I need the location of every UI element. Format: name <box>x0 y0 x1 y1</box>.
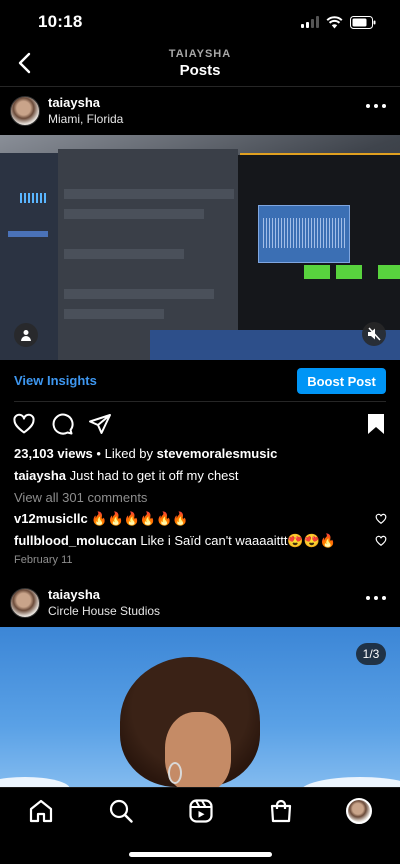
carousel-counter: 1/3 <box>356 643 386 665</box>
home-icon <box>29 799 53 823</box>
user-tag-icon <box>21 330 31 341</box>
caption-text: Just had to get it off my chest <box>69 468 239 483</box>
nav-search[interactable] <box>108 798 134 824</box>
more-horizontal-icon <box>366 104 370 108</box>
like-button[interactable] <box>12 412 36 436</box>
comment-icon <box>52 413 74 435</box>
insights-divider <box>14 401 386 402</box>
comment-like-heart-icon[interactable] <box>375 513 387 525</box>
tag-button[interactable] <box>14 323 38 347</box>
post-actions <box>0 410 400 438</box>
view-insights-link[interactable]: View Insights <box>14 373 97 388</box>
caption-username[interactable]: taiaysha <box>14 468 66 483</box>
post-username[interactable]: taiaysha <box>48 95 100 110</box>
comment-item: fullblood_moluccan Like i Saïd can't waa… <box>14 533 374 549</box>
status-bar: 10:18 <box>0 0 400 44</box>
more-options-button[interactable] <box>366 592 386 604</box>
header-username: TAIAYSHA <box>168 48 232 60</box>
avatar[interactable] <box>10 588 40 618</box>
liked-by-prefix: Liked by <box>104 446 154 461</box>
save-button[interactable] <box>364 412 388 436</box>
status-icons <box>301 14 376 30</box>
post-image-carousel[interactable] <box>0 627 400 792</box>
post-date: February 11 <box>14 554 73 566</box>
nav-profile-avatar[interactable] <box>346 798 372 824</box>
view-all-comments-link[interactable]: View all 301 comments <box>14 490 147 505</box>
comment-item: v12musicllc 🔥🔥🔥🔥🔥🔥 <box>14 511 374 527</box>
send-icon <box>89 414 111 434</box>
views-and-likes: 23,103 views • Liked by stevemoralesmusi… <box>14 446 278 461</box>
post-video[interactable] <box>0 135 400 360</box>
liked-by-user[interactable]: stevemoralesmusic <box>157 446 278 461</box>
bookmark-icon <box>368 414 384 434</box>
cellular-signal-icon <box>301 16 319 28</box>
comment-like-heart-icon[interactable] <box>375 535 387 547</box>
header-divider <box>0 86 400 87</box>
search-icon <box>109 799 133 823</box>
more-options-button[interactable] <box>366 100 386 112</box>
battery-icon <box>350 15 376 29</box>
page-title: Posts <box>179 62 221 79</box>
shop-bag-icon <box>270 799 292 823</box>
post-caption: taiaysha Just had to get it off my chest <box>14 468 239 483</box>
wifi-icon <box>326 15 343 28</box>
comment-username[interactable]: fullblood_moluccan <box>14 533 137 548</box>
home-indicator <box>129 852 272 857</box>
comment-username[interactable]: v12musicllc <box>14 511 88 526</box>
heart-icon <box>13 413 35 434</box>
insights-row: View Insights Boost Post <box>0 363 400 401</box>
nav-shop[interactable] <box>268 798 294 824</box>
mute-button[interactable] <box>362 322 386 346</box>
boost-post-button[interactable]: Boost Post <box>297 368 386 394</box>
nav-home[interactable] <box>28 798 54 824</box>
post-header: taiaysha Miami, Florida <box>0 88 400 140</box>
more-horizontal-icon <box>366 596 370 600</box>
view-count[interactable]: 23,103 views <box>14 446 93 461</box>
page-header: TAIAYSHA Posts <box>0 40 400 86</box>
post-location[interactable]: Circle House Studios <box>48 604 160 618</box>
post-header: taiaysha Circle House Studios <box>0 580 400 632</box>
avatar[interactable] <box>10 96 40 126</box>
muted-speaker-icon <box>368 327 381 341</box>
reels-icon <box>189 799 213 823</box>
comment-button[interactable] <box>50 412 74 436</box>
status-time: 10:18 <box>38 12 83 31</box>
comment-text: 🔥🔥🔥🔥🔥🔥 <box>91 511 189 526</box>
share-button[interactable] <box>88 412 112 436</box>
nav-reels[interactable] <box>188 798 214 824</box>
post-username[interactable]: taiaysha <box>48 587 100 602</box>
comment-text: Like i Saïd can't waaaaittt😍😍🔥 <box>140 533 336 548</box>
post-location[interactable]: Miami, Florida <box>48 112 123 126</box>
